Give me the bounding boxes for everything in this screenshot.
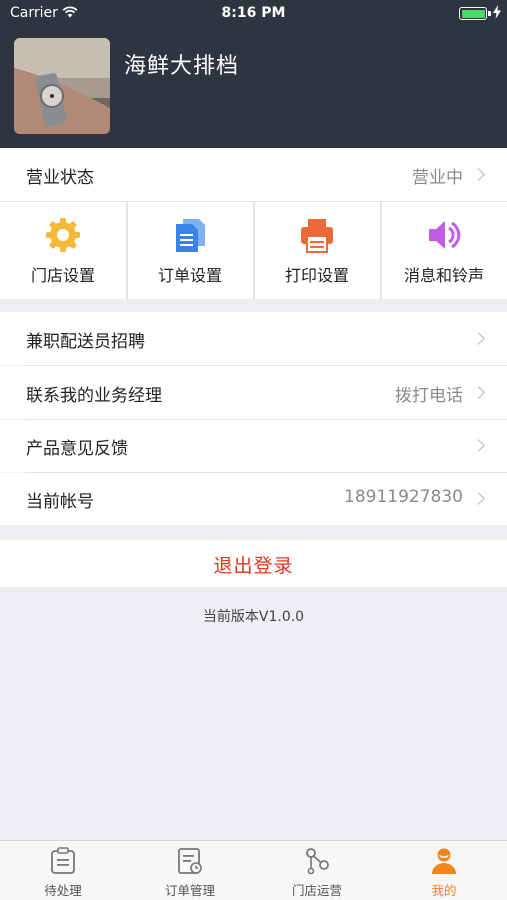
current-account-row[interactable]: 当前帐号 18911927830 — [0, 473, 507, 525]
order-settings-button[interactable]: 订单设置 — [127, 202, 253, 299]
status-bar: Carrier 8:16 PM — [0, 0, 507, 28]
business-status-row[interactable]: 营业状态 营业中 — [0, 148, 507, 202]
speaker-icon — [429, 221, 461, 249]
order-settings-label: 订单设置 — [157, 266, 222, 285]
user-icon — [432, 848, 456, 874]
tab-bar: 待处理 订单管理 门店运营 我的 — [0, 840, 507, 900]
contact-manager-row[interactable]: 联系我的业务经理 拨打电话 — [0, 366, 507, 419]
store-settings-button[interactable]: 门店设置 — [0, 202, 126, 299]
chevron-right-icon — [472, 332, 485, 345]
feedback-row[interactable]: 产品意见反馈 — [0, 420, 507, 472]
chevron-right-icon — [472, 168, 485, 181]
chevron-right-icon — [472, 439, 485, 452]
charging-bolt-icon — [493, 5, 501, 19]
tab-label: 订单管理 — [164, 883, 215, 898]
clipboard-icon — [51, 847, 75, 874]
print-settings-button[interactable]: 打印设置 — [254, 202, 380, 299]
version-text: 当前版本V1.0.0 — [202, 609, 305, 625]
tab-label: 门店运营 — [291, 883, 342, 898]
account-number: 18911927830 — [344, 487, 463, 507]
business-status-label: 营业状态 — [26, 168, 94, 188]
logout-label: 退出登录 — [213, 555, 294, 577]
menu-item-label: 产品意见反馈 — [26, 439, 128, 459]
store-settings-label: 门店设置 — [30, 266, 95, 285]
battery-cap — [488, 11, 491, 16]
chevron-right-icon — [472, 492, 485, 505]
tab-store-operations[interactable]: 门店运营 — [254, 841, 380, 900]
menu-item-label: 联系我的业务经理 — [26, 386, 162, 406]
message-sound-button[interactable]: 消息和铃声 — [381, 202, 507, 299]
message-sound-label: 消息和铃声 — [403, 266, 484, 285]
store-avatar[interactable] — [14, 38, 110, 134]
printer-icon — [301, 219, 333, 253]
courier-recruitment-row[interactable]: 兼职配送员招聘 — [0, 312, 507, 365]
tab-label: 待处理 — [44, 883, 82, 898]
tab-label: 我的 — [431, 883, 457, 898]
menu-item-label: 当前帐号 — [26, 492, 94, 512]
print-settings-label: 打印设置 — [284, 266, 349, 285]
battery-icon — [459, 7, 487, 20]
call-phone-link: 拨打电话 — [395, 386, 463, 406]
tab-order-management[interactable]: 订单管理 — [127, 841, 253, 900]
gear-icon — [46, 218, 80, 252]
network-icon — [306, 848, 329, 875]
menu-item-label: 兼职配送员招聘 — [26, 332, 145, 352]
quick-actions-grid: 门店设置 订单设置 打印设置 消息和铃声 — [0, 202, 507, 299]
chevron-right-icon — [472, 386, 485, 399]
document-icon — [176, 219, 205, 252]
logout-button[interactable]: 退出登录 — [0, 540, 507, 587]
avatar-photo — [14, 38, 110, 134]
tab-mine[interactable]: 我的 — [381, 841, 507, 900]
business-status-value: 营业中 — [412, 168, 463, 188]
clock: 8:16 PM — [221, 5, 286, 21]
tab-pending[interactable]: 待处理 — [0, 841, 126, 900]
profile-header: Carrier 8:16 PM 海鲜大排档 — [0, 0, 507, 148]
store-name: 海鲜大排档 — [124, 54, 240, 79]
order-list-icon — [178, 848, 202, 874]
